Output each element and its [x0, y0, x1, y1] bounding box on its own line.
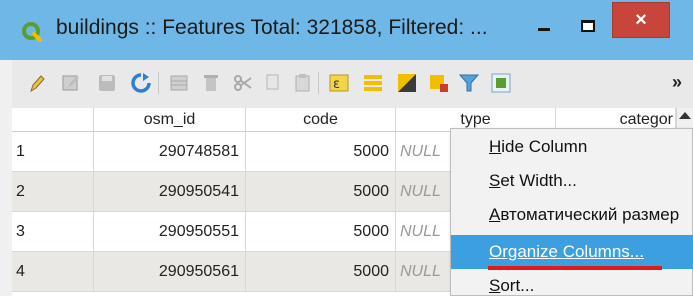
red-underline-annotation	[488, 266, 662, 270]
scroll-up-arrow-icon[interactable]	[679, 112, 691, 119]
row-index-cell[interactable]: 2	[12, 172, 94, 212]
row-index-cell[interactable]: 4	[12, 252, 94, 292]
attribute-table-window: buildings :: Features Total: 321858, Fil…	[0, 0, 693, 296]
menu-item-set-width[interactable]: Set Width...	[451, 164, 693, 198]
invert-selection-icon[interactable]	[396, 72, 418, 94]
delete-icon[interactable]	[200, 72, 222, 94]
menu-item-autosize[interactable]: Автоматический размер	[451, 198, 693, 232]
paste-icon[interactable]	[292, 72, 314, 94]
column-header-index	[12, 108, 94, 132]
cut-icon[interactable]	[232, 72, 254, 94]
code-cell[interactable]: 5000	[246, 252, 396, 292]
column-header-code[interactable]: code	[246, 108, 396, 132]
menu-item-label: Organize Columns...	[489, 242, 644, 261]
save-icon[interactable]	[96, 72, 118, 94]
add-feature-icon[interactable]	[168, 72, 190, 94]
maximize-icon	[581, 20, 595, 32]
menu-item-label: ort...	[500, 276, 535, 295]
minimize-icon	[538, 27, 550, 31]
toolbar-separator	[158, 72, 159, 94]
minimize-button[interactable]	[524, 8, 564, 44]
menu-accel: S	[489, 171, 501, 190]
reload-icon[interactable]	[130, 72, 152, 94]
copy-icon[interactable]	[262, 72, 284, 94]
code-cell[interactable]: 5000	[246, 212, 396, 252]
column-header-osm-id[interactable]: osm_id	[94, 108, 246, 132]
osm-id-cell[interactable]: 290748581	[94, 132, 246, 172]
menu-accel: А	[489, 205, 501, 224]
qgis-logo-icon	[22, 22, 42, 42]
close-button[interactable]: ×	[612, 2, 670, 38]
maximize-button[interactable]	[568, 8, 608, 44]
row-index-cell[interactable]: 3	[12, 212, 94, 252]
pencil-icon[interactable]	[26, 72, 48, 94]
code-cell[interactable]: 5000	[246, 132, 396, 172]
row-index-cell[interactable]: 1	[12, 132, 94, 172]
column-context-menu: Hide Column Set Width... Автоматический …	[450, 128, 693, 296]
osm-id-cell[interactable]: 290950551	[94, 212, 246, 252]
menu-item-sort[interactable]: Sort...	[451, 269, 693, 296]
menu-item-label: et Width...	[500, 171, 577, 190]
toolbar: ε »	[12, 60, 693, 109]
title-bar[interactable]: buildings :: Features Total: 321858, Fil…	[0, 0, 693, 60]
select-expression-icon[interactable]: ε	[328, 72, 350, 94]
toolbar-overflow-button[interactable]: »	[672, 72, 682, 93]
menu-item-label: втоматический размер	[500, 205, 680, 224]
toolbar-separator	[318, 72, 319, 94]
menu-item-organize-columns[interactable]: Organize Columns...	[451, 235, 693, 269]
menu-item-hide-column[interactable]: Hide Column	[451, 130, 693, 164]
filter-icon[interactable]	[458, 72, 480, 94]
menu-accel: H	[489, 137, 502, 156]
close-icon: ×	[635, 9, 647, 31]
select-all-icon[interactable]	[362, 72, 384, 94]
code-cell[interactable]: 5000	[246, 172, 396, 212]
svg-text:ε: ε	[333, 77, 340, 92]
multiedit-icon[interactable]	[60, 72, 82, 94]
zoom-to-selection-icon[interactable]	[490, 72, 512, 94]
menu-accel: S	[489, 276, 501, 295]
window-title: buildings :: Features Total: 321858, Fil…	[56, 16, 488, 39]
deselect-icon[interactable]	[428, 72, 450, 94]
osm-id-cell[interactable]: 290950561	[94, 252, 246, 292]
osm-id-cell[interactable]: 290950541	[94, 172, 246, 212]
menu-item-label: ide Column	[501, 137, 588, 156]
